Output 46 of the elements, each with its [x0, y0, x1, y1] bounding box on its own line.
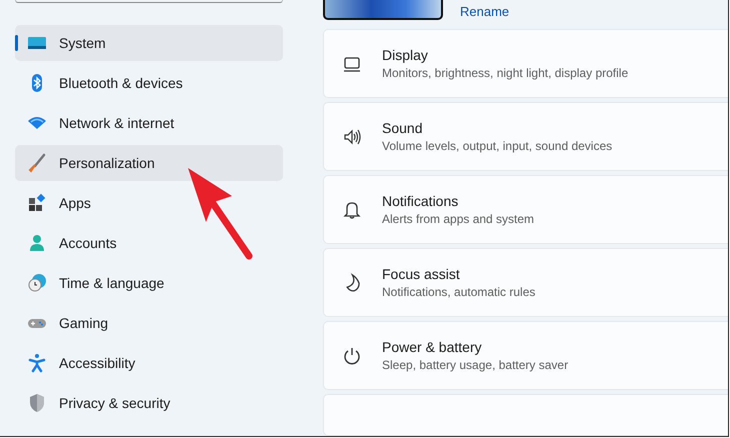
nav-item[interactable]: Accessibility	[15, 345, 283, 381]
card-title: Notifications	[382, 193, 460, 209]
card-subtitle: Notifications, automatic rules	[382, 285, 536, 299]
settings-card[interactable]: Notifications Alerts from apps and system	[323, 175, 728, 244]
settings-card[interactable]: Sound Volume levels, output, input, sound devices	[323, 102, 728, 171]
nav-item[interactable]: Network & internet	[15, 105, 283, 141]
nav-item[interactable]: Privacy & security	[15, 385, 283, 421]
card-subtitle: Sleep, battery usage, battery saver	[382, 358, 568, 372]
nav-label: Accounts	[59, 235, 117, 251]
clock-icon	[27, 273, 47, 293]
card-subtitle: Volume levels, output, input, sound devices	[382, 139, 612, 153]
brush-icon	[27, 153, 47, 173]
selection-indicator	[15, 35, 18, 51]
card-subtitle: Monitors, brightness, night light, display profile	[382, 66, 628, 80]
nav-label: System	[59, 35, 106, 51]
accessibility-icon	[27, 353, 47, 373]
power-icon	[342, 346, 362, 366]
card-title: Focus assist	[382, 266, 461, 282]
card-title: Display	[382, 47, 429, 63]
settings-card[interactable]: Power & battery Sleep, battery usage, battery saver	[323, 321, 728, 390]
nav-label: Privacy & security	[59, 395, 170, 411]
nav-item[interactable]: Personalization	[15, 145, 283, 181]
nav-item[interactable]: Accounts	[15, 225, 283, 261]
nav-item[interactable]: Apps	[15, 185, 283, 221]
card-subtitle: Alerts from apps and system	[382, 212, 534, 226]
search-field[interactable]	[15, 0, 283, 3]
nav-label: Bluetooth & devices	[59, 75, 183, 91]
card-title: Sound	[382, 120, 424, 136]
settings-card[interactable]: Focus assist Notifications, automatic rules	[323, 248, 728, 317]
nav-item[interactable]: Time & language	[15, 265, 283, 301]
nav-label: Gaming	[59, 315, 108, 331]
nav-label: Time & language	[59, 275, 164, 291]
apps-icon	[27, 193, 47, 213]
nav-item[interactable]: Gaming	[15, 305, 283, 341]
nav-label: Network & internet	[59, 115, 174, 131]
nav-label: Personalization	[59, 155, 155, 171]
rename-link[interactable]: Rename	[460, 4, 510, 19]
bell-icon	[342, 200, 362, 220]
nav-label: Accessibility	[59, 355, 136, 371]
nav-label: Apps	[59, 195, 91, 211]
card-title: Power & battery	[382, 339, 483, 355]
nav-item[interactable]: System	[15, 25, 283, 61]
settings-card[interactable]: Display Monitors, brightness, night light, display profile	[323, 29, 728, 98]
nav-item[interactable]: Bluetooth & devices	[15, 65, 283, 101]
person-icon	[27, 233, 47, 253]
shield-icon	[27, 393, 47, 413]
